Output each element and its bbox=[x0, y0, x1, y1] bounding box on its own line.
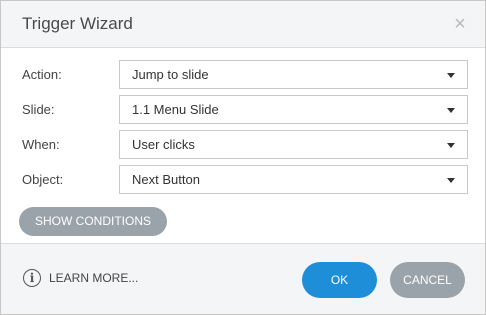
chevron-down-icon bbox=[447, 108, 455, 113]
object-label: Object: bbox=[22, 172, 64, 187]
dialog-header: Trigger Wizard × bbox=[1, 1, 485, 48]
ok-button[interactable]: OK bbox=[302, 262, 377, 298]
chevron-down-icon bbox=[447, 143, 455, 148]
slide-label: Slide: bbox=[22, 102, 55, 117]
object-value: Next Button bbox=[132, 172, 200, 187]
trigger-wizard-dialog: Trigger Wizard × Action: Jump to slide S… bbox=[0, 0, 486, 315]
object-select[interactable]: Next Button bbox=[119, 165, 468, 194]
action-label: Action: bbox=[22, 67, 62, 82]
when-label: When: bbox=[22, 137, 60, 152]
chevron-down-icon bbox=[447, 73, 455, 78]
dialog-title: Trigger Wizard bbox=[22, 14, 133, 33]
show-conditions-button[interactable]: SHOW CONDITIONS bbox=[19, 207, 167, 236]
slide-value: 1.1 Menu Slide bbox=[132, 102, 219, 117]
info-icon: i bbox=[23, 269, 41, 287]
action-value: Jump to slide bbox=[132, 67, 209, 82]
slide-select[interactable]: 1.1 Menu Slide bbox=[119, 95, 468, 124]
when-select[interactable]: User clicks bbox=[119, 130, 468, 159]
chevron-down-icon bbox=[447, 178, 455, 183]
close-icon[interactable]: × bbox=[450, 14, 470, 34]
learn-more-label: LEARN MORE... bbox=[49, 271, 139, 285]
action-select[interactable]: Jump to slide bbox=[119, 60, 468, 89]
cancel-button[interactable]: CANCEL bbox=[390, 262, 465, 298]
dialog-footer: i LEARN MORE... OK CANCEL bbox=[1, 243, 485, 314]
when-value: User clicks bbox=[132, 137, 195, 152]
